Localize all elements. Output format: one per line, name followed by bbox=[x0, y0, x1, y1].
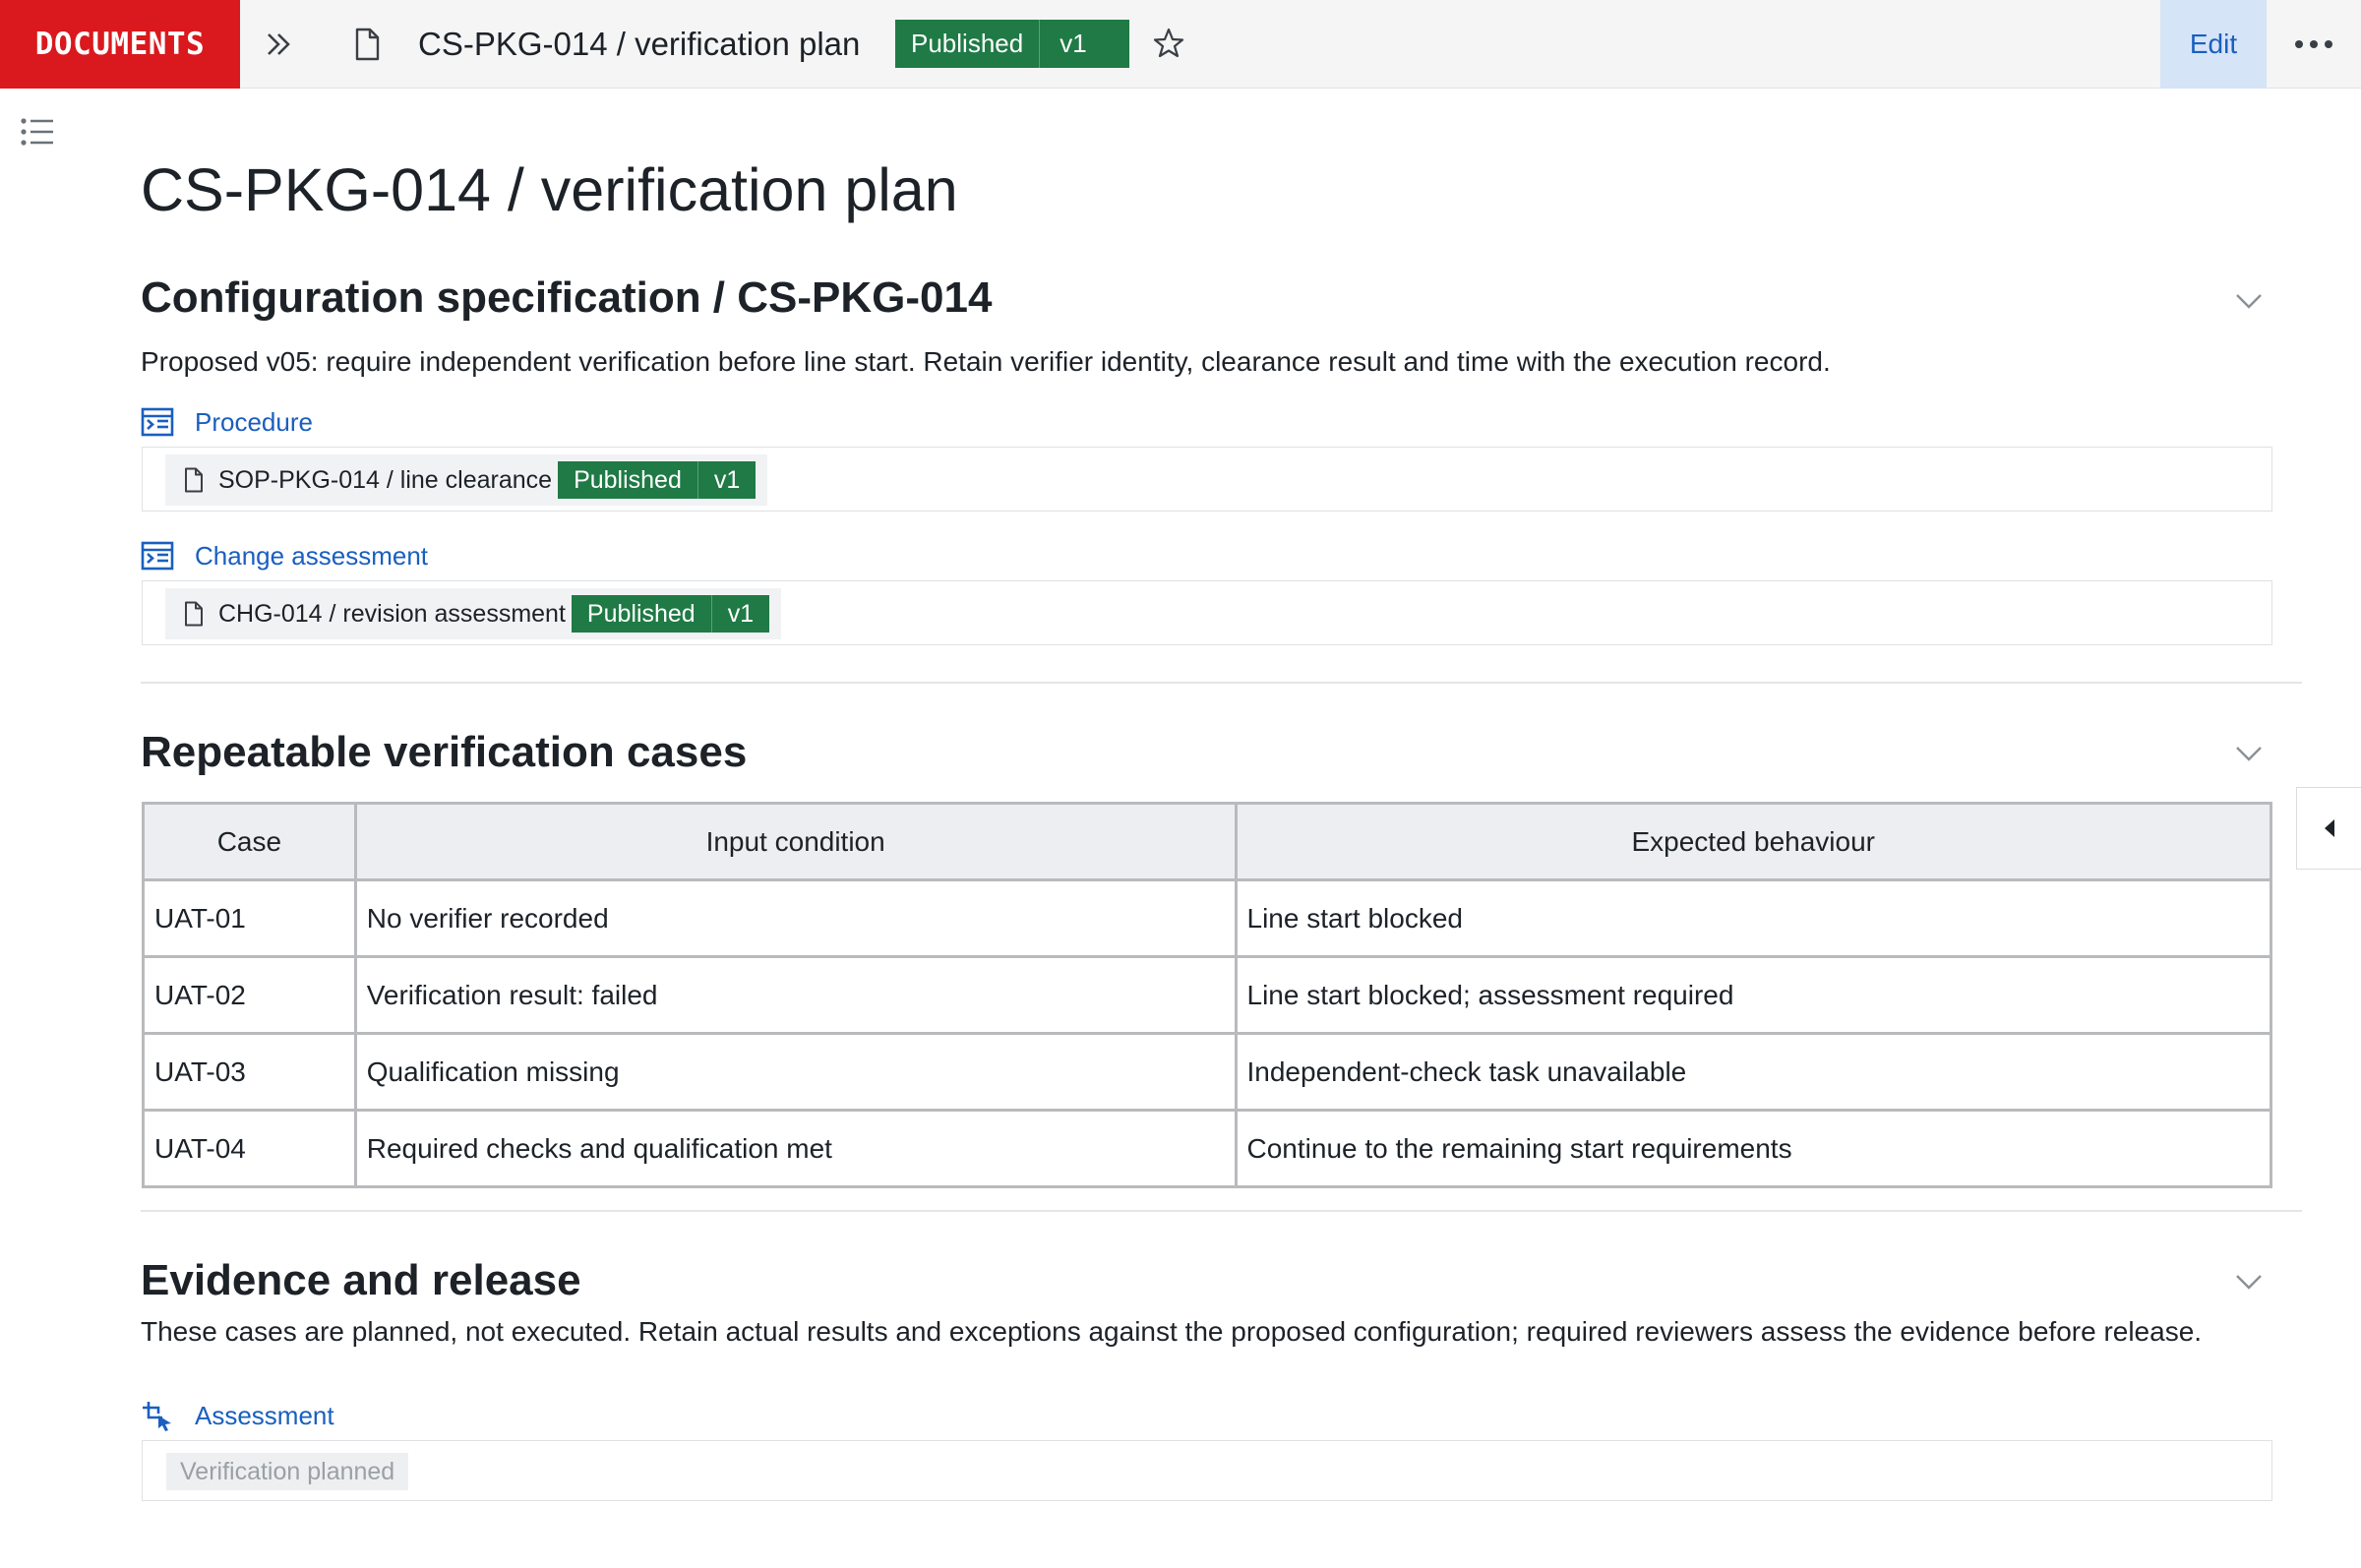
input-condition-cell: Qualification missing bbox=[353, 1032, 1238, 1112]
top-bar: DOCUMENTS CS-PKG-014 / verification plan… bbox=[0, 0, 2361, 89]
case-cell: UAT-02 bbox=[142, 955, 357, 1035]
configuration-description: Proposed v05: require independent verifi… bbox=[141, 346, 1831, 377]
more-options-button[interactable] bbox=[2284, 25, 2343, 64]
procedure-field: SOP-PKG-014 / line clearance Published v… bbox=[142, 447, 2272, 512]
caret-left-icon bbox=[2324, 819, 2334, 837]
status-label: Published bbox=[586, 599, 696, 628]
expected-behaviour-cell: Line start blocked bbox=[1234, 878, 2272, 958]
evidence-description: These cases are planned, not executed. R… bbox=[141, 1316, 2203, 1347]
section-heading-verification-cases: Repeatable verification cases bbox=[141, 728, 748, 776]
assessment-field-label: Assessment bbox=[141, 1398, 334, 1433]
expected-behaviour-cell: Independent-check task unavailable bbox=[1234, 1032, 2272, 1112]
change-assessment-reference-title: CHG-014 / revision assessment bbox=[218, 599, 566, 628]
status-label: Published bbox=[574, 465, 682, 494]
assessment-label[interactable]: Assessment bbox=[195, 1401, 334, 1431]
document-icon bbox=[185, 601, 203, 627]
version-label: v1 bbox=[1039, 20, 1106, 68]
more-icon bbox=[2295, 40, 2332, 48]
status-badge: Published v1 bbox=[571, 595, 770, 633]
status-badge: Published v1 bbox=[895, 20, 1129, 68]
expand-sidebar-button[interactable] bbox=[258, 25, 301, 64]
procedure-label[interactable]: Procedure bbox=[195, 407, 313, 438]
document-title: CS-PKG-014 / verification plan bbox=[418, 26, 861, 62]
input-condition-cell: Verification result: failed bbox=[353, 955, 1238, 1035]
section-divider bbox=[141, 1210, 2302, 1212]
column-header-case: Case bbox=[142, 802, 357, 881]
chevrons-right-icon bbox=[268, 33, 290, 55]
page-title: CS-PKG-014 / verification plan bbox=[141, 156, 958, 223]
table-row: UAT-04 Required checks and qualification… bbox=[142, 1109, 2272, 1188]
section-heading-configuration: Configuration specification / CS-PKG-014 bbox=[141, 273, 993, 322]
document-icon bbox=[355, 28, 380, 61]
table-of-contents-button[interactable] bbox=[20, 116, 59, 150]
table-row: UAT-03 Qualification missing Independent… bbox=[142, 1032, 2272, 1112]
assessment-status-tag: Verification planned bbox=[166, 1453, 409, 1490]
star-icon bbox=[1153, 28, 1184, 58]
case-cell: UAT-03 bbox=[142, 1032, 357, 1112]
chevron-down-icon[interactable] bbox=[2231, 289, 2267, 313]
verification-cases-table: Case Input condition Expected behaviour … bbox=[142, 802, 2272, 1188]
cursor-crop-icon bbox=[143, 1402, 171, 1431]
table-row: UAT-02 Verification result: failed Line … bbox=[142, 955, 2272, 1035]
change-assessment-field-label: Change assessment bbox=[141, 538, 428, 573]
column-header-input-condition: Input condition bbox=[353, 802, 1238, 881]
favorite-button[interactable] bbox=[1149, 24, 1188, 63]
section-heading-evidence-release: Evidence and release bbox=[141, 1256, 581, 1304]
edit-button[interactable]: Edit bbox=[2160, 0, 2267, 89]
field-list-icon bbox=[141, 541, 174, 571]
section-divider bbox=[141, 682, 2302, 684]
change-assessment-label[interactable]: Change assessment bbox=[195, 541, 428, 572]
input-condition-cell: Required checks and qualification met bbox=[353, 1109, 1238, 1188]
chevron-down-icon[interactable] bbox=[2231, 1270, 2267, 1294]
change-assessment-reference-chip[interactable]: CHG-014 / revision assessment Published … bbox=[165, 588, 782, 639]
procedure-reference-title: SOP-PKG-014 / line clearance bbox=[218, 465, 553, 494]
toc-list-icon bbox=[21, 118, 53, 146]
procedure-reference-chip[interactable]: SOP-PKG-014 / line clearance Published v… bbox=[165, 454, 768, 506]
version-label: v1 bbox=[696, 461, 756, 499]
brand-logo[interactable]: DOCUMENTS bbox=[0, 0, 240, 89]
expected-behaviour-cell: Continue to the remaining start requirem… bbox=[1234, 1109, 2272, 1188]
column-header-expected-behaviour: Expected behaviour bbox=[1234, 802, 2272, 881]
version-label: v1 bbox=[710, 595, 769, 633]
procedure-field-label: Procedure bbox=[141, 404, 313, 440]
table-header-row: Case Input condition Expected behaviour bbox=[142, 802, 2272, 881]
case-cell: UAT-04 bbox=[142, 1109, 357, 1188]
change-assessment-field: CHG-014 / revision assessment Published … bbox=[142, 580, 2272, 645]
field-list-icon bbox=[141, 407, 174, 437]
chevron-down-icon[interactable] bbox=[2231, 742, 2267, 765]
assessment-field: Verification planned bbox=[142, 1440, 2272, 1501]
status-badge: Published v1 bbox=[558, 461, 757, 499]
side-panel-toggle[interactable] bbox=[2296, 787, 2361, 870]
status-label: Published bbox=[911, 29, 1024, 58]
case-cell: UAT-01 bbox=[142, 878, 357, 958]
input-condition-cell: No verifier recorded bbox=[353, 878, 1238, 958]
document-icon bbox=[185, 467, 203, 493]
expected-behaviour-cell: Line start blocked; assessment required bbox=[1234, 955, 2272, 1035]
table-row: UAT-01 No verifier recorded Line start b… bbox=[142, 878, 2272, 958]
